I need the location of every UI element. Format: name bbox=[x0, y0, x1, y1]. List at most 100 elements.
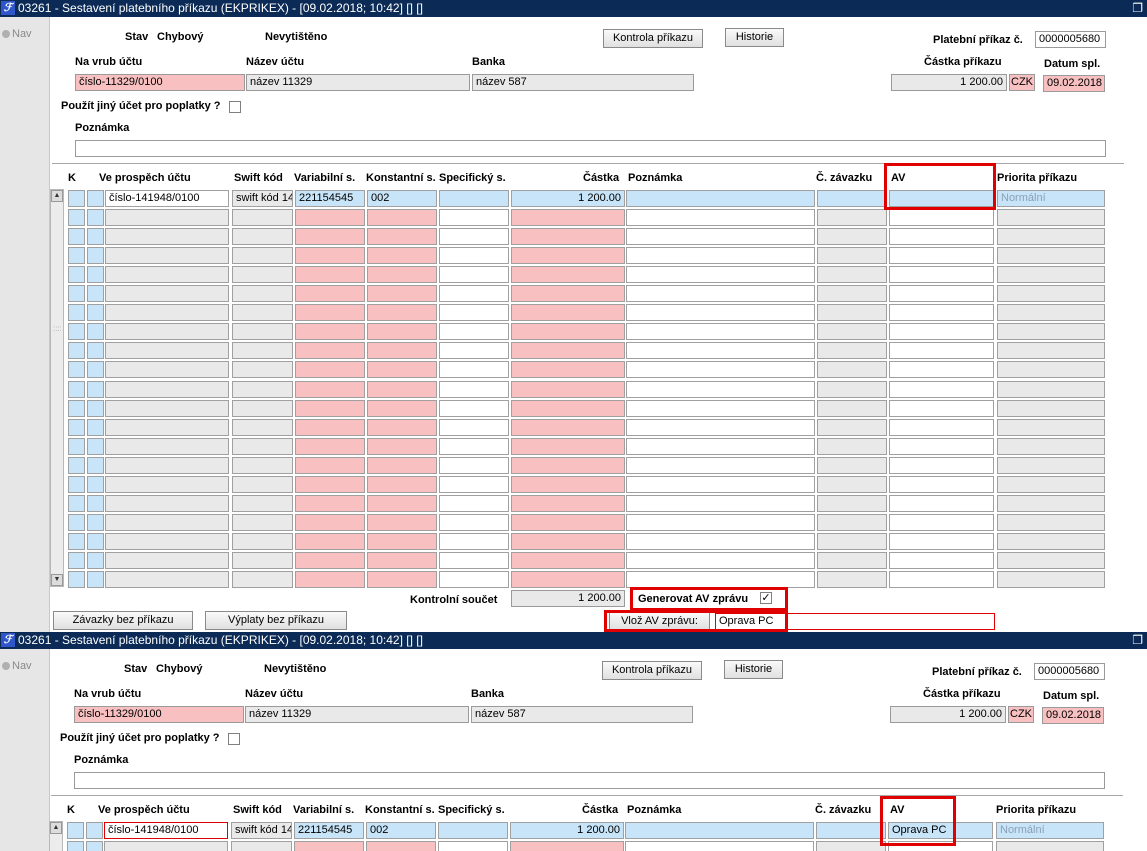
grid-cell-av[interactable] bbox=[889, 400, 994, 417]
grid-cell-vs[interactable] bbox=[295, 266, 365, 283]
grid-cell-av[interactable] bbox=[889, 457, 994, 474]
grid-cell-ks[interactable]: 002 bbox=[367, 190, 437, 207]
grid-cell-k0[interactable] bbox=[68, 400, 85, 417]
grid-cell-k1[interactable] bbox=[87, 247, 104, 264]
grid-cell-ucet[interactable]: číslo-141948/0100 bbox=[104, 822, 228, 839]
grid-cell-ks[interactable] bbox=[366, 841, 436, 851]
grid-cell-av[interactable] bbox=[889, 304, 994, 321]
grid-cell-swift[interactable]: swift kód 14 bbox=[232, 190, 293, 207]
grid-cell-k0[interactable] bbox=[68, 381, 85, 398]
grid-cell-av[interactable] bbox=[889, 323, 994, 340]
grid-cell-swift[interactable] bbox=[232, 533, 293, 550]
grid-cell-zavazek[interactable] bbox=[817, 209, 887, 226]
grid-cell-swift[interactable] bbox=[231, 841, 292, 851]
grid-cell-ks[interactable] bbox=[367, 476, 437, 493]
grid-cell-ss[interactable] bbox=[439, 495, 509, 512]
grid-cell-pozn[interactable] bbox=[626, 571, 815, 588]
grid-cell-swift[interactable] bbox=[232, 552, 293, 569]
grid-cell-pozn[interactable] bbox=[625, 841, 814, 851]
grid-cell-vs[interactable] bbox=[295, 323, 365, 340]
grid-cell-k1[interactable] bbox=[86, 841, 103, 851]
grid-cell-swift[interactable] bbox=[232, 400, 293, 417]
grid-cell-zavazek[interactable] bbox=[817, 533, 887, 550]
grid-cell-zavazek[interactable] bbox=[817, 304, 887, 321]
grid-cell-ks[interactable] bbox=[367, 552, 437, 569]
grid-cell-k0[interactable] bbox=[68, 438, 85, 455]
vyplaty-bez-prikazu-button[interactable]: Výplaty bez příkazu bbox=[205, 611, 347, 630]
grid-cell-ks[interactable] bbox=[367, 342, 437, 359]
grid-cell-ucet[interactable] bbox=[105, 266, 229, 283]
grid-cell-castka[interactable] bbox=[511, 381, 625, 398]
mena-field[interactable]: CZK bbox=[1009, 74, 1035, 91]
scroll-up-icon[interactable]: ▲ bbox=[51, 190, 63, 202]
grid-cell-av[interactable] bbox=[889, 247, 994, 264]
grid-cell-castka[interactable] bbox=[511, 438, 625, 455]
grid-cell-ks[interactable] bbox=[367, 438, 437, 455]
grid-cell-k0[interactable] bbox=[68, 476, 85, 493]
vrub-uctu-field[interactable]: číslo-11329/0100 bbox=[74, 706, 244, 723]
grid-cell-av[interactable] bbox=[889, 266, 994, 283]
grid-cell-ks[interactable] bbox=[367, 533, 437, 550]
scroll-up-icon[interactable]: ▲ bbox=[50, 822, 62, 834]
grid-cell-ks[interactable] bbox=[367, 323, 437, 340]
grid-cell-k1[interactable] bbox=[87, 419, 104, 436]
grid-cell-ucet[interactable] bbox=[105, 495, 229, 512]
grid-cell-k0[interactable] bbox=[68, 514, 85, 531]
grid-cell-ss[interactable] bbox=[439, 514, 509, 531]
grid-cell-swift[interactable] bbox=[232, 247, 293, 264]
grid-cell-ks[interactable] bbox=[367, 514, 437, 531]
grid-cell-vs[interactable] bbox=[295, 247, 365, 264]
poznamka-field[interactable] bbox=[74, 772, 1105, 789]
grid-cell-castka[interactable] bbox=[511, 514, 625, 531]
grid-cell-k0[interactable] bbox=[68, 190, 85, 207]
grid-cell-priorita[interactable] bbox=[997, 285, 1105, 302]
grid-cell-ucet[interactable] bbox=[105, 438, 229, 455]
grid-cell-swift[interactable] bbox=[232, 266, 293, 283]
grid-cell-k1[interactable] bbox=[86, 822, 103, 839]
grid-cell-ucet[interactable] bbox=[105, 247, 229, 264]
grid-cell-k0[interactable] bbox=[68, 419, 85, 436]
grid-cell-vs[interactable] bbox=[295, 304, 365, 321]
grid-cell-k0[interactable] bbox=[68, 552, 85, 569]
grid-cell-ss[interactable] bbox=[438, 841, 508, 851]
grid-cell-k1[interactable] bbox=[87, 304, 104, 321]
nazev-uctu-field[interactable]: název 11329 bbox=[246, 74, 470, 91]
grid-cell-ucet[interactable] bbox=[105, 552, 229, 569]
nav-toggle[interactable]: Nav bbox=[2, 28, 32, 40]
grid-cell-vs[interactable] bbox=[295, 209, 365, 226]
grid-cell-ks[interactable] bbox=[367, 361, 437, 378]
grid-cell-vs[interactable] bbox=[295, 342, 365, 359]
grid-cell-vs[interactable] bbox=[295, 514, 365, 531]
grid-cell-ss[interactable] bbox=[439, 266, 509, 283]
grid-cell-pozn[interactable] bbox=[626, 342, 815, 359]
grid-cell-vs[interactable] bbox=[294, 841, 364, 851]
grid-cell-castka[interactable] bbox=[511, 323, 625, 340]
grid-cell-castka[interactable] bbox=[511, 495, 625, 512]
grid-cell-pozn[interactable] bbox=[626, 457, 815, 474]
mena-field[interactable]: CZK bbox=[1008, 706, 1034, 723]
grid-cell-castka[interactable] bbox=[511, 228, 625, 245]
grid-cell-castka[interactable] bbox=[511, 361, 625, 378]
grid-cell-k0[interactable] bbox=[68, 342, 85, 359]
grid-cell-av[interactable] bbox=[889, 209, 994, 226]
grid-cell-ucet[interactable] bbox=[105, 571, 229, 588]
grid-cell-swift[interactable] bbox=[232, 571, 293, 588]
grid-cell-priorita[interactable] bbox=[997, 304, 1105, 321]
prikaz-number-field[interactable]: 0000005680 bbox=[1035, 31, 1106, 48]
grid-cell-av[interactable] bbox=[889, 533, 994, 550]
grid-cell-ks[interactable] bbox=[367, 457, 437, 474]
grid-cell-ucet[interactable] bbox=[105, 285, 229, 302]
grid-cell-ss[interactable] bbox=[439, 419, 509, 436]
grid-cell-priorita[interactable] bbox=[997, 457, 1105, 474]
nazev-uctu-field[interactable]: název 11329 bbox=[245, 706, 469, 723]
grid-cell-pozn[interactable] bbox=[626, 304, 815, 321]
jiny-ucet-checkbox[interactable] bbox=[229, 101, 241, 113]
grid-cell-ucet[interactable] bbox=[105, 400, 229, 417]
grid-cell-swift[interactable] bbox=[232, 304, 293, 321]
grid-cell-ss[interactable] bbox=[439, 342, 509, 359]
grid-cell-zavazek[interactable] bbox=[817, 247, 887, 264]
kontrola-prikazu-button[interactable]: Kontrola příkazu bbox=[602, 661, 702, 680]
grid-cell-k0[interactable] bbox=[67, 822, 84, 839]
grid-cell-priorita[interactable] bbox=[997, 476, 1105, 493]
vrub-uctu-field[interactable]: číslo-11329/0100 bbox=[75, 74, 245, 91]
